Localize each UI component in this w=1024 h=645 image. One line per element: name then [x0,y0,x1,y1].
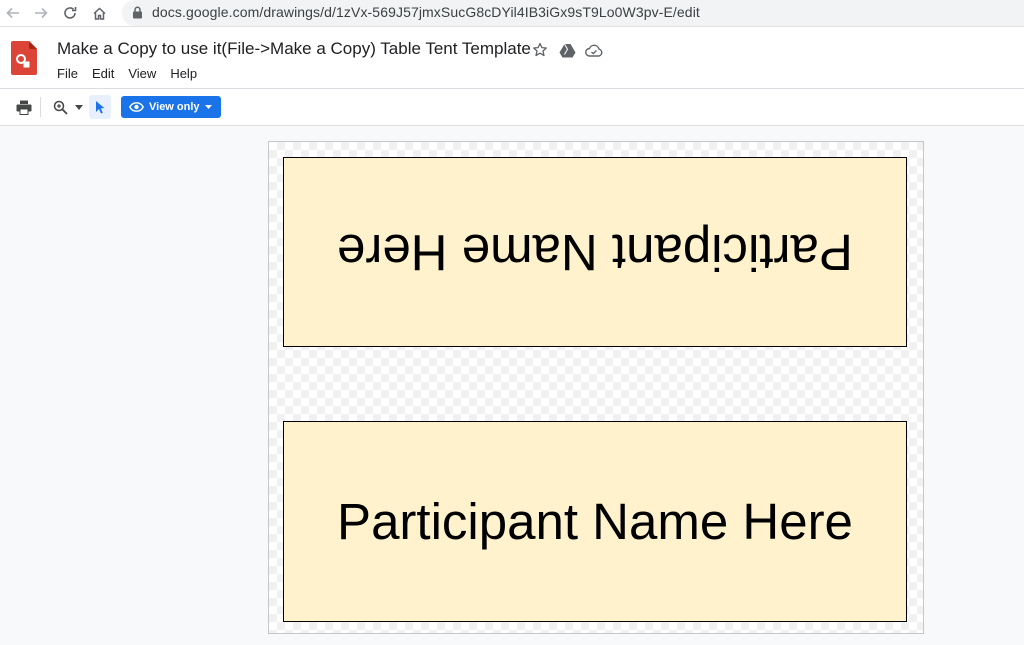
browser-toolbar: docs.google.com/drawings/d/1zVx-569J57jm… [0,0,1024,27]
app-header: Make a Copy to use it(File->Make a Copy)… [0,27,1024,89]
document-title[interactable]: Make a Copy to use it(File->Make a Copy)… [57,39,531,59]
home-icon[interactable] [89,3,109,23]
eye-icon [129,102,144,112]
url-text: docs.google.com/drawings/d/1zVx-569J57jm… [152,4,700,20]
tent-panel-top[interactable]: Participant Name Here [283,157,907,347]
drawings-logo-icon[interactable] [11,41,37,80]
participant-name-upside-down: Participant Name Here [337,223,853,281]
reload-icon[interactable] [60,3,80,23]
menu-help[interactable]: Help [170,66,197,81]
tent-panel-bottom[interactable]: Participant Name Here [283,421,907,622]
zoom-icon[interactable] [50,95,70,119]
lock-icon[interactable] [132,6,143,24]
menu-view[interactable]: View [128,66,156,81]
address-bar[interactable]: docs.google.com/drawings/d/1zVx-569J57jm… [122,0,1024,26]
menu-bar: File Edit View Help [57,66,211,81]
toolbar-divider [40,97,41,117]
star-icon[interactable] [531,41,549,59]
chevron-down-icon[interactable] [72,95,86,119]
select-pointer-icon[interactable] [89,95,111,119]
view-only-button[interactable]: View only [121,96,221,118]
editor-toolbar: View only [0,89,1024,126]
forward-arrow-icon[interactable] [31,3,51,23]
chevron-down-icon [204,105,212,109]
menu-edit[interactable]: Edit [92,66,114,81]
menu-file[interactable]: File [57,66,78,81]
view-only-label: View only [149,101,200,113]
print-icon[interactable] [14,95,34,119]
drive-move-icon[interactable] [558,41,576,59]
participant-name-upright: Participant Name Here [337,493,853,550]
cloud-status-icon[interactable] [585,41,603,59]
back-arrow-icon[interactable] [3,3,23,23]
